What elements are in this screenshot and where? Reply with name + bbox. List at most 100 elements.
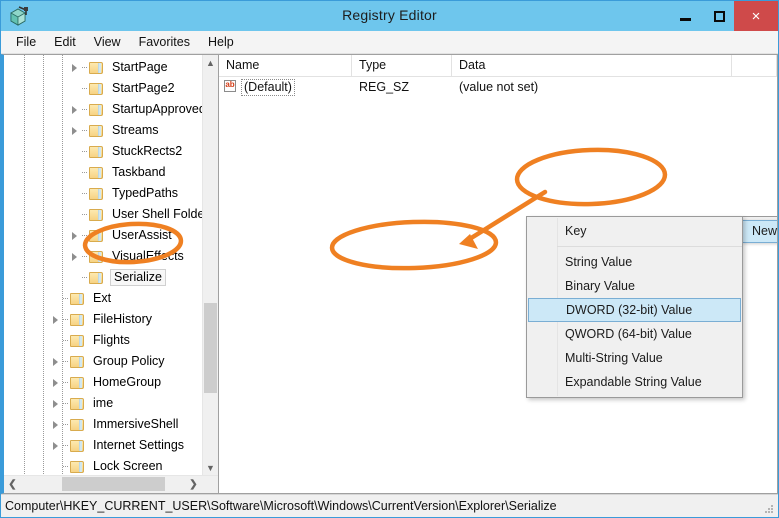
tree-connector: [63, 382, 69, 383]
folder-icon: [70, 397, 86, 411]
chevron-right-icon[interactable]: [48, 399, 63, 408]
chevron-up-icon[interactable]: ▲: [203, 55, 218, 71]
tree-node-label: FileHistory: [93, 312, 153, 326]
column-header-filler: [732, 55, 777, 76]
tree-node-startpage2[interactable]: StartPage2: [4, 78, 203, 99]
value-data-cell: (value not set): [459, 80, 539, 94]
tree-node-streams[interactable]: Streams: [4, 120, 203, 141]
folder-icon: [89, 61, 105, 75]
tree-node-stuckrects2[interactable]: StuckRects2: [4, 141, 203, 162]
tree-connector: [82, 277, 88, 278]
tree-node-internet-settings[interactable]: Internet Settings: [4, 435, 203, 456]
chevron-left-icon[interactable]: ❮: [4, 476, 21, 492]
folder-icon: [89, 208, 105, 222]
menu-item-new[interactable]: New: [742, 220, 777, 243]
tree-node-ime[interactable]: ime: [4, 393, 203, 414]
chevron-right-icon[interactable]: [67, 126, 82, 135]
tree-vertical-scrollbar[interactable]: ▲ ▼: [202, 55, 218, 476]
submenu-item-binary-value[interactable]: Binary Value: [527, 274, 742, 298]
chevron-right-icon[interactable]: [67, 231, 82, 240]
title-bar: Registry Editor ×: [1, 1, 778, 31]
tree-node-label: Ext: [93, 291, 112, 305]
folder-icon: [89, 82, 105, 96]
menu-separator: [557, 246, 742, 247]
registry-tree[interactable]: StartPage StartPage2 StartupApproved Stream…: [4, 55, 203, 476]
menu-item-favorites[interactable]: Favorites: [130, 33, 199, 51]
tree-connector: [63, 361, 69, 362]
resize-grip-icon[interactable]: [763, 503, 775, 515]
tree-connector: [82, 151, 88, 152]
tree-node-visualeffects[interactable]: VisualEffects: [4, 246, 203, 267]
submenu-item-multi-string-value[interactable]: Multi-String Value: [527, 346, 742, 370]
tree-node-serialize[interactable]: Serialize: [4, 267, 203, 288]
tree-node-startupapproved[interactable]: StartupApproved: [4, 99, 203, 120]
tree-node-homegroup[interactable]: HomeGroup: [4, 372, 203, 393]
chevron-right-icon[interactable]: [48, 420, 63, 429]
submenu-item-string-value[interactable]: String Value: [527, 250, 742, 274]
value-name-text: (Default): [241, 78, 295, 96]
tree-node-label: Lock Screen: [93, 459, 163, 473]
tree-node-label: StartPage2: [112, 81, 175, 95]
close-button[interactable]: ×: [734, 1, 778, 31]
main-content: StartPage StartPage2 StartupApproved Stream…: [1, 54, 778, 494]
tree-node-lock-screen[interactable]: Lock Screen: [4, 456, 203, 476]
column-header-name[interactable]: Name: [219, 55, 352, 76]
tree-node-ext[interactable]: Ext: [4, 288, 203, 309]
folder-icon: [70, 376, 86, 390]
folder-icon: [70, 355, 86, 369]
folder-icon: [70, 334, 86, 348]
registry-tree-nodes: StartPage StartPage2 StartupApproved Stream…: [4, 55, 203, 476]
tree-node-flights[interactable]: Flights: [4, 330, 203, 351]
tree-connector: [63, 403, 69, 404]
tree-node-taskband[interactable]: Taskband: [4, 162, 203, 183]
chevron-down-icon[interactable]: ▼: [203, 460, 218, 476]
close-icon: ×: [751, 7, 761, 25]
submenu-item-dword-32-bit-value[interactable]: DWORD (32-bit) Value: [528, 298, 741, 322]
registry-tree-pane: StartPage StartPage2 StartupApproved Stream…: [1, 54, 219, 494]
column-header-data[interactable]: Data: [452, 55, 732, 76]
tree-vertical-scroll-thumb[interactable]: [204, 303, 217, 393]
menu-item-help[interactable]: Help: [199, 33, 243, 51]
registry-values-pane: Name Type Data ab (Default) REG_SZ (valu…: [219, 54, 778, 494]
chevron-right-icon[interactable]: [67, 105, 82, 114]
table-row[interactable]: ab (Default) REG_SZ (value not set): [219, 77, 777, 97]
tree-connector: [63, 424, 69, 425]
tree-node-label: TypedPaths: [112, 186, 179, 200]
tree-node-label: UserAssist: [112, 228, 172, 242]
chevron-right-icon[interactable]: ❯: [185, 476, 202, 492]
tree-node-typedpaths[interactable]: TypedPaths: [4, 183, 203, 204]
tree-connector: [82, 109, 88, 110]
menu-item-file[interactable]: File: [7, 33, 45, 51]
folder-icon: [89, 166, 105, 180]
tree-node-label: VisualEffects: [112, 249, 184, 263]
tree-node-group-policy[interactable]: Group Policy: [4, 351, 203, 372]
menu-item-edit[interactable]: Edit: [45, 33, 85, 51]
tree-horizontal-scroll-thumb[interactable]: [62, 477, 165, 491]
minimize-button[interactable]: [670, 1, 700, 31]
chevron-right-icon[interactable]: [48, 315, 63, 324]
tree-horizontal-scrollbar[interactable]: ❮ ❯: [4, 475, 218, 493]
chevron-right-icon[interactable]: [67, 252, 82, 261]
tree-connector: [63, 298, 69, 299]
minimize-icon: [679, 17, 691, 21]
submenu-item-expandable-string-value[interactable]: Expandable String Value: [527, 370, 742, 394]
value-name-cell: ab (Default): [219, 78, 352, 96]
tree-node-userassist[interactable]: UserAssist: [4, 225, 203, 246]
chevron-right-icon[interactable]: [48, 357, 63, 366]
tree-node-startpage[interactable]: StartPage: [4, 57, 203, 78]
chevron-right-icon[interactable]: [67, 63, 82, 72]
tree-node-filehistory[interactable]: FileHistory: [4, 309, 203, 330]
tree-node-immersiveshell[interactable]: ImmersiveShell: [4, 414, 203, 435]
tree-connector: [63, 466, 69, 467]
chevron-right-icon[interactable]: [48, 441, 63, 450]
submenu-item-qword-64-bit-value[interactable]: QWORD (64-bit) Value: [527, 322, 742, 346]
registry-path: Computer\HKEY_CURRENT_USER\Software\Micr…: [5, 499, 557, 513]
chevron-right-icon[interactable]: [48, 378, 63, 387]
menu-item-view[interactable]: View: [85, 33, 130, 51]
column-header-type[interactable]: Type: [352, 55, 452, 76]
submenu-item-key[interactable]: Key: [527, 219, 742, 243]
tree-node-label: StartupApproved: [112, 102, 203, 116]
tree-connector: [63, 319, 69, 320]
maximize-button[interactable]: [704, 1, 734, 31]
tree-node-user-shell-folders[interactable]: User Shell Folders: [4, 204, 203, 225]
